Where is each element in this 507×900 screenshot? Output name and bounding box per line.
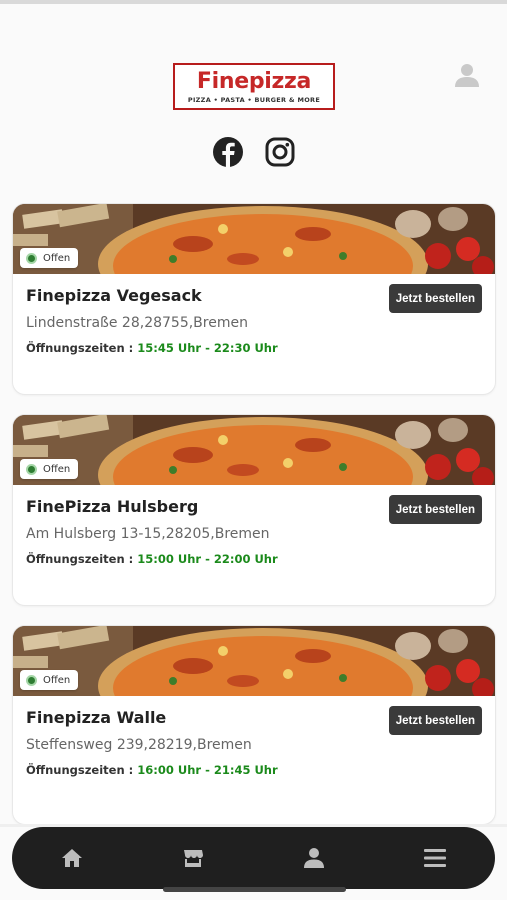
menu-icon[interactable] [421, 844, 449, 872]
status-badge: Offen [20, 670, 79, 690]
instagram-icon[interactable] [264, 136, 296, 168]
hours-label: Öffnungszeiten : [26, 552, 138, 566]
bottom-navigation [12, 827, 495, 889]
restaurant-address: Am Hulsberg 13-15,28205,Bremen [26, 526, 270, 542]
restaurant-name: Finepizza Vegesack [26, 286, 202, 305]
opening-hours: Öffnungszeiten : 16:00 Uhr - 21:45 Uhr [26, 763, 278, 777]
hours-label: Öffnungszeiten : [26, 341, 138, 355]
open-status-icon [26, 252, 37, 264]
brand-logo: Finepizza PIZZA • PASTA • BURGER & MORE [173, 63, 335, 110]
home-icon[interactable] [58, 844, 86, 872]
restaurant-card[interactable]: Offen FinePizza Hulsberg Am Hulsberg 13-… [13, 415, 495, 605]
restaurant-name: Finepizza Walle [26, 708, 167, 727]
pizza-banner-image [13, 204, 495, 274]
status-label: Offen [43, 674, 71, 686]
home-indicator [163, 887, 346, 892]
facebook-icon[interactable] [212, 136, 244, 168]
account-icon[interactable] [300, 844, 328, 872]
social-links [0, 136, 507, 168]
restaurant-card[interactable]: Offen Finepizza Vegesack Lindenstraße 28… [13, 204, 495, 394]
hours-value: 16:00 Uhr - 21:45 Uhr [137, 763, 278, 777]
opening-hours: Öffnungszeiten : 15:00 Uhr - 22:00 Uhr [26, 552, 278, 566]
brand-name: Finepizza [196, 68, 312, 94]
brand-tagline: PIZZA • PASTA • BURGER & MORE [187, 95, 321, 104]
order-now-button[interactable]: Jetzt bestellen [388, 284, 482, 313]
pizza-banner-image [13, 415, 495, 485]
store-icon[interactable] [179, 844, 207, 872]
hours-label: Öffnungszeiten : [26, 763, 138, 777]
status-label: Offen [43, 252, 71, 264]
order-now-button[interactable]: Jetzt bestellen [388, 495, 482, 524]
order-now-button[interactable]: Jetzt bestellen [388, 706, 482, 735]
header: Finepizza PIZZA • PASTA • BURGER & MORE [0, 0, 507, 190]
restaurant-address: Steffensweg 239,28219,Bremen [26, 737, 252, 753]
restaurant-card[interactable]: Offen Finepizza Walle Steffensweg 239,28… [13, 626, 495, 824]
hours-value: 15:00 Uhr - 22:00 Uhr [137, 552, 278, 566]
restaurant-address: Lindenstraße 28,28755,Bremen [26, 315, 248, 331]
opening-hours: Öffnungszeiten : 15:45 Uhr - 22:30 Uhr [26, 341, 278, 355]
open-status-icon [26, 463, 37, 475]
restaurant-name: FinePizza Hulsberg [26, 497, 199, 516]
hours-value: 15:45 Uhr - 22:30 Uhr [137, 341, 278, 355]
user-icon[interactable] [452, 60, 482, 90]
open-status-icon [26, 674, 37, 686]
status-badge: Offen [20, 248, 79, 268]
pizza-banner-image [13, 626, 495, 696]
status-badge: Offen [20, 459, 79, 479]
status-label: Offen [43, 463, 71, 475]
